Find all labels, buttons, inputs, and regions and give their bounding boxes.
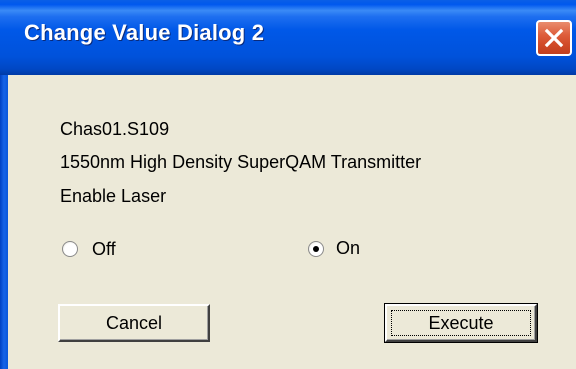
cancel-button[interactable]: Cancel <box>58 304 210 342</box>
dialog-window: Change Value Dialog 2 Chas01.S109 1550nm… <box>0 0 576 369</box>
radio-option-off[interactable]: Off <box>62 237 172 263</box>
execute-button[interactable]: Execute <box>384 303 538 343</box>
chassis-slot-label: Chas01.S109 <box>60 119 170 139</box>
radio-button-on[interactable] <box>308 241 324 257</box>
parameter-name-label: Enable Laser <box>60 186 167 206</box>
radio-button-off[interactable] <box>62 241 78 257</box>
radio-label-on: On <box>336 238 361 258</box>
device-name-label: 1550nm High Density SuperQAM Transmitter <box>60 152 422 172</box>
title-bar[interactable]: Change Value Dialog 2 <box>0 0 576 75</box>
close-icon <box>544 28 564 48</box>
cancel-button-label: Cancel <box>105 313 163 333</box>
radio-label-off: Off <box>92 239 116 259</box>
dialog-title: Change Value Dialog 2 <box>24 20 265 45</box>
execute-button-label: Execute <box>428 313 494 333</box>
radio-selected-dot <box>313 246 319 252</box>
radio-option-on[interactable]: On <box>308 237 418 263</box>
close-button[interactable] <box>536 20 572 56</box>
window-frame-left <box>0 75 8 369</box>
